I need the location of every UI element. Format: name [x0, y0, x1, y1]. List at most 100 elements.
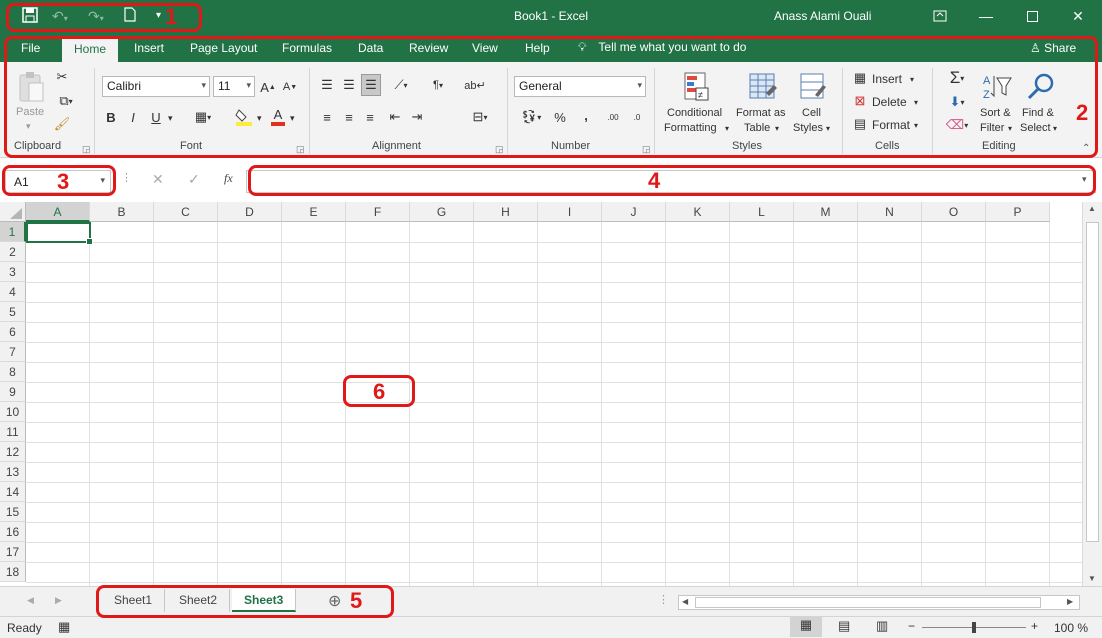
row-header-4[interactable]: 4	[0, 282, 26, 302]
scroll-right-icon[interactable]: ▶	[1067, 597, 1073, 606]
page-layout-view-icon[interactable]: ▤	[838, 618, 850, 634]
row-header-16[interactable]: 16	[0, 522, 26, 542]
gridline-vertical	[281, 222, 282, 586]
row-header-3[interactable]: 3	[0, 262, 26, 282]
horizontal-scrollbar[interactable]: ◀ ▶	[678, 595, 1080, 610]
cancel-icon[interactable]: ✕	[152, 171, 164, 188]
row-header-1[interactable]: 1	[0, 222, 26, 242]
column-header-g[interactable]: G	[410, 202, 474, 222]
column-header-j[interactable]: J	[602, 202, 666, 222]
maximize-icon[interactable]	[1009, 0, 1055, 32]
row-header-5[interactable]: 5	[0, 302, 26, 322]
status-bar: Ready ▦ ▦ ▤ ▥ − + 100 %	[0, 616, 1102, 638]
gridline-horizontal	[26, 482, 1082, 483]
scroll-sheets-left-icon[interactable]: ◀	[27, 595, 34, 606]
column-header-n[interactable]: N	[858, 202, 922, 222]
zoom-in-button[interactable]: +	[1031, 619, 1038, 633]
more-options-icon[interactable]: ⋮	[121, 171, 132, 184]
column-header-o[interactable]: O	[922, 202, 986, 222]
user-name[interactable]: Anass Alami Ouali	[774, 9, 871, 23]
gridline-horizontal	[26, 382, 1082, 383]
gridline-horizontal	[26, 302, 1082, 303]
column-header-l[interactable]: L	[730, 202, 794, 222]
gridline-horizontal	[26, 422, 1082, 423]
gridline-horizontal	[26, 502, 1082, 503]
column-header-f[interactable]: F	[346, 202, 410, 222]
active-cell[interactable]	[26, 222, 93, 245]
annotation-number-6: 6	[373, 379, 386, 404]
gridline-vertical	[537, 222, 538, 586]
annotation-number-4: 4	[648, 168, 661, 193]
row-header-18[interactable]: 18	[0, 562, 26, 582]
macro-record-icon[interactable]: ▦	[58, 619, 70, 635]
zoom-level[interactable]: 100 %	[1054, 621, 1088, 635]
worksheet-grid[interactable]: ABCDEFGHIJKLMNOP 1 2 3 4 5 6 7 8 9 10 11 12 13 14 15 16…	[0, 202, 1082, 586]
gridline-horizontal	[26, 522, 1082, 523]
zoom-out-button[interactable]: −	[908, 619, 915, 633]
column-header-m[interactable]: M	[794, 202, 858, 222]
minimize-icon[interactable]: —	[963, 0, 1009, 32]
gridline-vertical	[985, 222, 986, 586]
gridline-vertical	[1049, 222, 1050, 586]
annotation-number-2: 2	[1076, 100, 1089, 125]
row-header-8[interactable]: 8	[0, 362, 26, 382]
gridline-horizontal	[26, 442, 1082, 443]
row-header-13[interactable]: 13	[0, 462, 26, 482]
vertical-scroll-thumb[interactable]	[1086, 222, 1099, 542]
column-header-h[interactable]: H	[474, 202, 538, 222]
row-header-7[interactable]: 7	[0, 342, 26, 362]
gridline-horizontal	[26, 362, 1082, 363]
ribbon-display-icon[interactable]	[917, 0, 963, 32]
close-icon[interactable]: ✕	[1055, 0, 1101, 32]
gridline-vertical	[857, 222, 858, 586]
vertical-scrollbar[interactable]: ▲ ▼	[1082, 202, 1102, 586]
gridline-horizontal	[26, 322, 1082, 323]
gridline-vertical	[217, 222, 218, 586]
zoom-slider-handle[interactable]	[972, 622, 976, 633]
normal-view-icon[interactable]: ▦	[790, 617, 822, 637]
page-break-view-icon[interactable]: ▥	[876, 618, 888, 634]
row-header-10[interactable]: 10	[0, 402, 26, 422]
annotation-number-1: 1	[165, 4, 178, 29]
row-header-9[interactable]: 9	[0, 382, 26, 402]
gridline-horizontal	[26, 262, 1082, 263]
gridline-horizontal	[26, 462, 1082, 463]
scroll-up-icon[interactable]: ▲	[1088, 204, 1096, 213]
row-header-14[interactable]: 14	[0, 482, 26, 502]
gridline-horizontal	[26, 242, 1082, 243]
gridline-vertical	[601, 222, 602, 586]
row-header-17[interactable]: 17	[0, 542, 26, 562]
gridline-horizontal	[26, 342, 1082, 343]
insert-function-button[interactable]: fx	[224, 171, 233, 186]
gridline-vertical	[729, 222, 730, 586]
row-header-6[interactable]: 6	[0, 322, 26, 342]
scroll-down-icon[interactable]: ▼	[1088, 574, 1096, 583]
row-header-2[interactable]: 2	[0, 242, 26, 262]
select-all-button[interactable]	[0, 202, 26, 222]
row-header-11[interactable]: 11	[0, 422, 26, 442]
tab-splitter-icon[interactable]: ⋮	[658, 593, 669, 606]
column-header-i[interactable]: I	[538, 202, 602, 222]
horizontal-scroll-thumb[interactable]	[695, 597, 1041, 608]
select-all-triangle-icon	[10, 208, 22, 219]
enter-icon[interactable]: ✓	[188, 171, 200, 188]
column-header-k[interactable]: K	[666, 202, 730, 222]
column-header-a[interactable]: A	[26, 202, 90, 222]
gridline-horizontal	[26, 562, 1082, 563]
gridline-vertical	[89, 222, 90, 586]
annotation-number-5: 5	[350, 588, 363, 613]
column-header-d[interactable]: D	[218, 202, 282, 222]
column-header-p[interactable]: P	[986, 202, 1050, 222]
row-header-15[interactable]: 15	[0, 502, 26, 522]
row-header-12[interactable]: 12	[0, 442, 26, 462]
gridline-horizontal	[26, 542, 1082, 543]
column-header-c[interactable]: C	[154, 202, 218, 222]
scroll-sheets-right-icon[interactable]: ▶	[55, 595, 62, 606]
column-header-b[interactable]: B	[90, 202, 154, 222]
gridline-vertical	[793, 222, 794, 586]
scroll-left-icon[interactable]: ◀	[682, 597, 688, 606]
annotation-number-3: 3	[57, 169, 70, 194]
column-header-e[interactable]: E	[282, 202, 346, 222]
gridline-horizontal	[26, 282, 1082, 283]
annotation-box-formula-bar	[248, 165, 1096, 196]
